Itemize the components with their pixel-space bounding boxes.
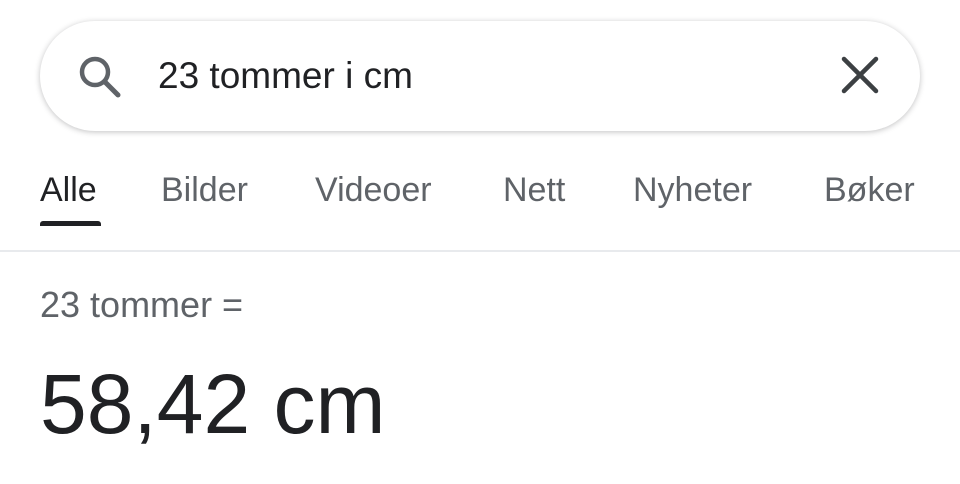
- conversion-result-value: 58,42 cm: [40, 357, 386, 451]
- close-icon: [841, 56, 879, 97]
- conversion-input-label: 23 tommer =: [40, 284, 244, 325]
- tab-bilder[interactable]: Bilder: [161, 170, 248, 230]
- search-tabs: Alle Bilder Videoer Nett Nyheter Bøker: [0, 160, 960, 252]
- search-input[interactable]: [158, 50, 798, 102]
- tab-videoer[interactable]: Videoer: [315, 170, 432, 230]
- tab-boker[interactable]: Bøker: [824, 170, 915, 230]
- tab-nett[interactable]: Nett: [503, 170, 565, 230]
- tab-nyheter[interactable]: Nyheter: [633, 170, 752, 230]
- search-icon[interactable]: [77, 54, 123, 100]
- active-tab-indicator: [40, 221, 101, 226]
- clear-search-button[interactable]: [836, 52, 884, 100]
